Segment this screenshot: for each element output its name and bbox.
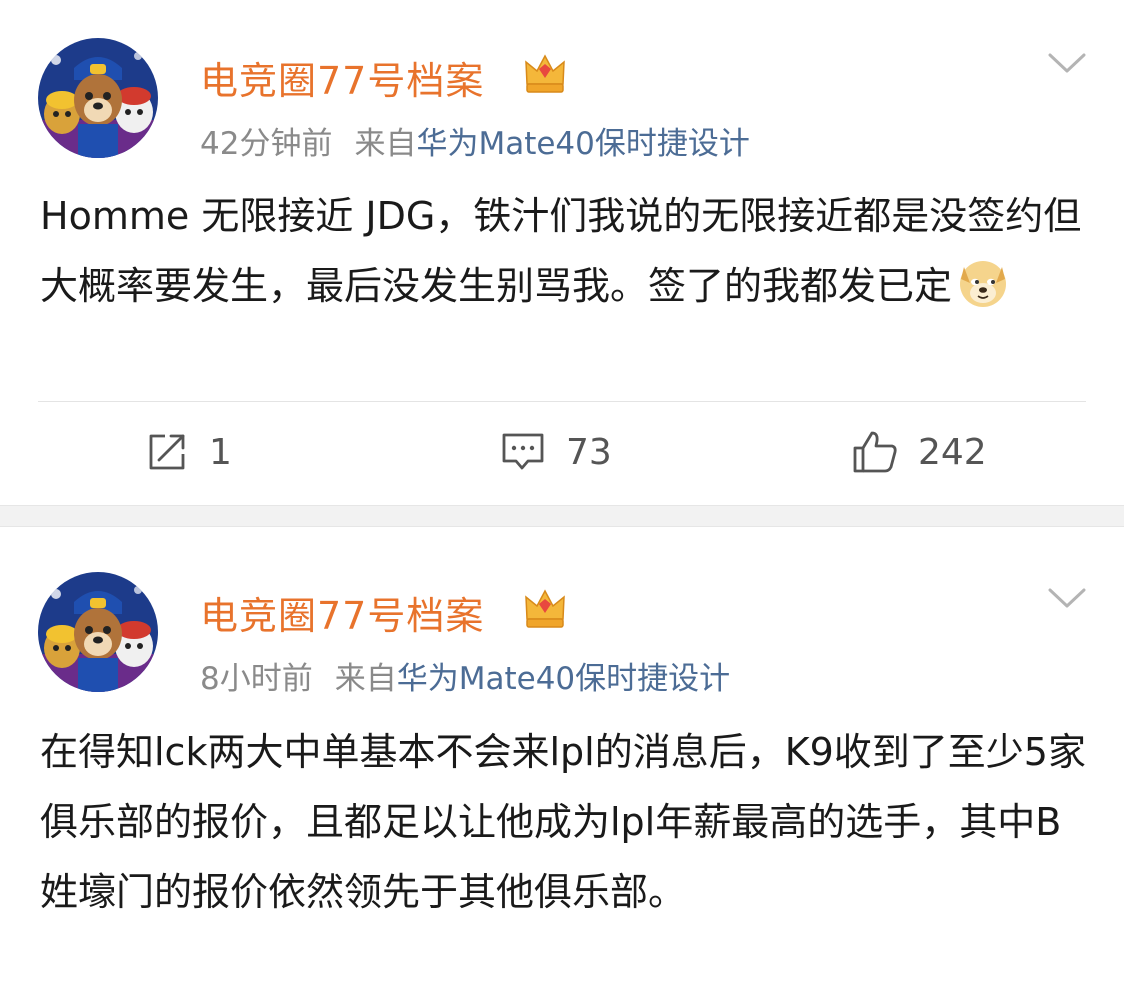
repost-count: 1 <box>209 431 232 473</box>
user-avatar[interactable] <box>38 38 158 158</box>
post-time: 8小时前 <box>200 661 313 697</box>
comment-icon <box>502 433 544 470</box>
doge-emoji <box>956 255 1010 309</box>
comment-button[interactable]: 73 <box>500 426 612 478</box>
post-time: 42分钟前 <box>200 126 333 162</box>
username[interactable]: 电竞圈77号档案 <box>200 585 484 640</box>
source-prefix: 来自 <box>354 126 417 162</box>
chevron-down-icon[interactable] <box>1048 587 1086 609</box>
divider <box>38 401 1086 402</box>
post-text-body: 在得知lck两大中单基本不会来lpl的消息后，K9收到了至少5家俱乐部的报价，且… <box>40 730 1086 914</box>
source-device-link[interactable]: 华为Mate40保时捷设计 <box>397 661 730 697</box>
like-icon <box>853 431 897 473</box>
like-button[interactable]: 242 <box>852 426 987 478</box>
crown-vip-icon <box>522 50 568 96</box>
username[interactable]: 电竞圈77号档案 <box>200 50 484 105</box>
chevron-down-icon[interactable] <box>1048 52 1086 74</box>
like-count: 242 <box>918 431 987 473</box>
repost-button[interactable]: 1 <box>145 426 232 478</box>
weibo-post: 电竞圈77号档案 42分钟前 来自华为Mate40保时捷设计 Homme 无限接近… <box>0 0 1124 505</box>
user-avatar[interactable] <box>38 572 158 692</box>
repost-icon <box>149 434 185 470</box>
source-prefix: 来自 <box>334 661 397 697</box>
post-text: Homme 无限接近 JDG，铁汁们我说的无限接近都是没签约但大概率要发生，最后… <box>40 181 1090 321</box>
weibo-post: 电竞圈77号档案 8小时前 来自华为Mate40保时捷设计 在得知lck两大中单基… <box>0 527 1124 993</box>
post-meta: 42分钟前 来自华为Mate40保时捷设计 <box>200 118 750 163</box>
crown-vip-icon <box>522 585 568 631</box>
post-text-body: Homme 无限接近 JDG，铁汁们我说的无限接近都是没签约但大概率要发生，最后… <box>40 194 1082 308</box>
source-device-link[interactable]: 华为Mate40保时捷设计 <box>416 126 749 162</box>
post-text: 在得知lck两大中单基本不会来lpl的消息后，K9收到了至少5家俱乐部的报价，且… <box>40 717 1090 927</box>
comment-count: 73 <box>566 431 612 473</box>
feed-separator <box>0 505 1124 527</box>
post-meta: 8小时前 来自华为Mate40保时捷设计 <box>200 653 730 698</box>
